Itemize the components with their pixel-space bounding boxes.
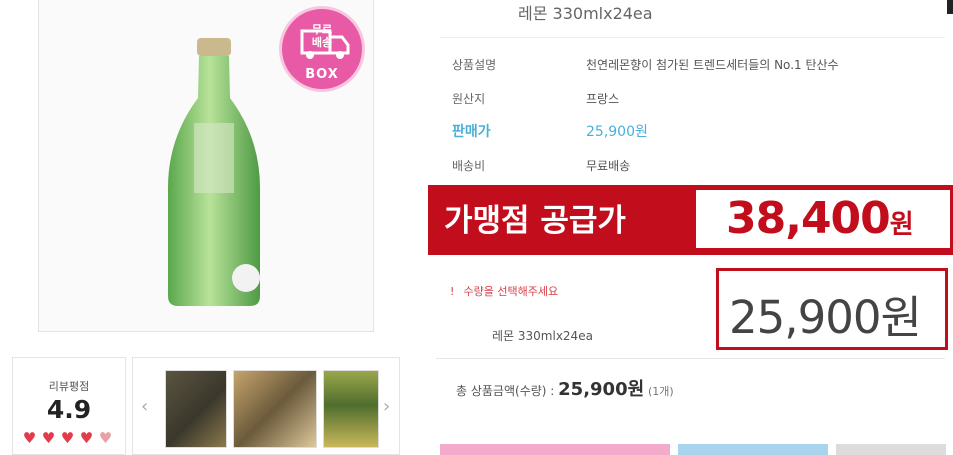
franchise-price-label: 가맹점 공급가 — [444, 203, 626, 239]
franchise-price-box: 38,400원 — [696, 190, 950, 248]
selected-price: 25,900원 — [729, 291, 922, 344]
heart-half-icon: ♥ — [98, 429, 113, 447]
quantity-notice-text: 수량을 선택해주세요 — [463, 285, 559, 298]
thumbnail-3[interactable] — [323, 370, 379, 448]
desc-value: 천연레몬향이 첨가된 트렌드세터들의 No.1 탄산수 — [586, 58, 839, 72]
total-count: (1개) — [648, 385, 674, 398]
sale-price-value: 25,900원 — [586, 124, 648, 140]
buy-now-button[interactable] — [440, 444, 670, 455]
free-shipping-box-badge: 무료 배송 BOX — [279, 6, 365, 92]
product-name: 레몬 330mlx24ea — [518, 4, 653, 23]
alert-icon: ! — [450, 285, 455, 298]
franchise-price-banner: 가맹점 공급가 38,400원 — [428, 185, 953, 255]
divider — [436, 358, 945, 359]
franchise-price: 38,400원 — [726, 193, 914, 244]
add-to-cart-button[interactable] — [678, 444, 828, 455]
heart-icon: ♥ — [60, 429, 75, 447]
shipping-value: 무료배송 — [586, 159, 631, 173]
heart-icon: ♥ — [79, 429, 94, 447]
product-info-panel: 레몬 330mlx24ea 상품설명 천연레몬향이 첨가된 트렌드세터들의 No… — [428, 0, 953, 455]
review-score-panel: 리뷰평점 4.9 ♥ ♥ ♥ ♥ ♥ — [12, 357, 126, 455]
chevron-right-icon[interactable]: › — [383, 396, 390, 417]
bottle-image — [168, 38, 260, 306]
badge-line2: 배송 — [311, 36, 333, 49]
thumbnail-carousel: ‹ › — [132, 357, 400, 455]
product-image-panel: 무료 배송 BOX — [38, 0, 374, 332]
desc-label: 상품설명 — [452, 58, 497, 72]
heart-rating: ♥ ♥ ♥ ♥ ♥ — [21, 430, 114, 446]
review-title: 리뷰평점 — [48, 380, 90, 393]
chevron-left-icon[interactable]: ‹ — [141, 396, 148, 417]
window-edge — [947, 0, 953, 14]
total-label: 총 상품금액(수량) : — [456, 384, 559, 398]
heart-icon: ♥ — [41, 429, 56, 447]
badge-line1: 무료 — [311, 23, 333, 36]
review-score: 4.9 — [46, 395, 92, 424]
quantity-notice: ! 수량을 선택해주세요 — [450, 283, 558, 299]
origin-label: 원산지 — [452, 92, 486, 106]
badge-box-word: BOX — [305, 67, 339, 82]
franchise-price-number: 38,400 — [726, 193, 891, 244]
selected-price-box: 25,900원 — [716, 268, 948, 350]
origin-value: 프랑스 — [586, 92, 620, 106]
thumbnail-1[interactable] — [165, 370, 227, 448]
selected-option-name: 레몬 330mlx24ea — [492, 329, 593, 343]
shipping-label: 배송비 — [452, 159, 486, 173]
total-price: 총 상품금액(수량) : 25,900원 (1개) — [456, 375, 674, 401]
total-amount: 25,900원 — [558, 379, 645, 400]
divider — [440, 37, 945, 38]
wishlist-button[interactable] — [836, 444, 946, 455]
franchise-price-unit: 원 — [889, 210, 914, 240]
heart-icon: ♥ — [22, 429, 37, 447]
sale-price-label: 판매가 — [452, 124, 491, 140]
thumbnail-2[interactable] — [233, 370, 317, 448]
